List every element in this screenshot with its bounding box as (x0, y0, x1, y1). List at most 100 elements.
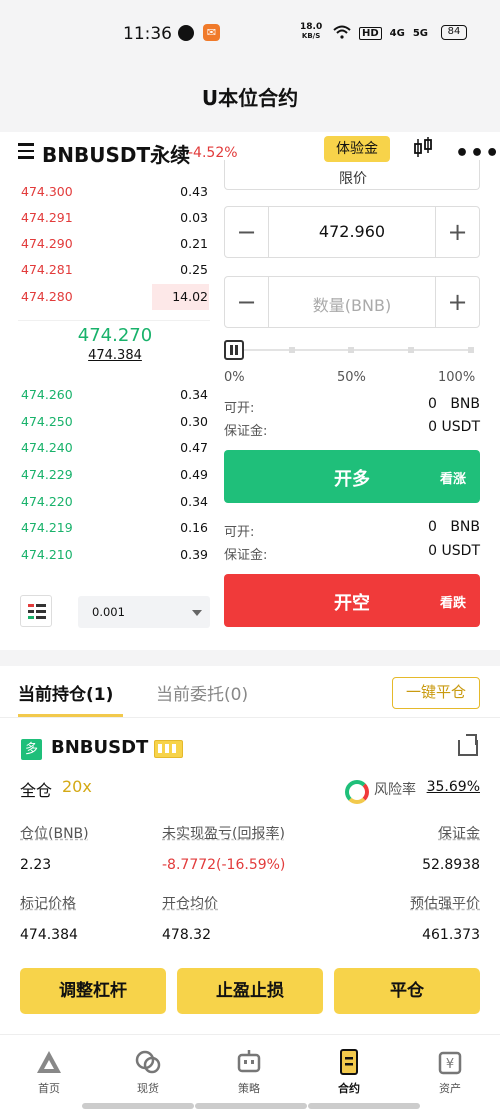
slider-stop[interactable] (289, 347, 295, 353)
futures-icon (335, 1048, 363, 1076)
short-available-label: 可开: (224, 525, 255, 540)
signal-4g-icon: 4G (389, 28, 405, 39)
price-increase-button[interactable]: + (435, 207, 479, 257)
adjust-leverage-button[interactable]: 调整杠杆 (20, 968, 166, 1014)
nav-strategy[interactable]: 策略 (219, 1048, 279, 1096)
quantity-input[interactable]: − 数量(BNB) + (224, 276, 480, 328)
last-price[interactable]: 474.270 (0, 325, 230, 346)
entry-price-label[interactable]: 开仓均价 (162, 893, 218, 913)
slider-label-mid: 50% (337, 370, 366, 385)
ask-row[interactable]: 474.300 0.43 (18, 180, 210, 204)
liquidation-price-label[interactable]: 预估强平价 (410, 893, 480, 913)
short-available-value: 0 BNB (428, 519, 480, 535)
slider-handle[interactable] (224, 340, 244, 360)
open-short-button[interactable]: 开空 看跌 (224, 574, 480, 627)
assets-icon: ¥ (436, 1048, 464, 1076)
svg-text:¥: ¥ (446, 1057, 454, 1072)
position-size-value: 2.23 (20, 857, 52, 873)
margin-mode: 全仓 (20, 781, 53, 800)
mark-price-label[interactable]: 标记价格 (20, 893, 76, 913)
close-position-button[interactable]: 平仓 (334, 968, 480, 1014)
order-book-divider (18, 320, 210, 321)
nav-home[interactable]: 首页 (19, 1048, 79, 1096)
ask-row[interactable]: 474.291 0.03 (18, 206, 210, 230)
short-margin-label: 保证金: (224, 548, 268, 563)
wifi-icon (333, 25, 351, 42)
app-notification-icon: ✉ (203, 24, 220, 41)
unrealized-pnl-label[interactable]: 未实现盈亏(回报率) (162, 823, 285, 843)
ask-row[interactable]: 474.290 0.21 (18, 232, 210, 256)
bid-row[interactable]: 474.229 0.49 (18, 463, 210, 487)
gesture-bar (308, 1103, 420, 1109)
section-separator (0, 650, 500, 666)
risk-rate-label: 风险率 (374, 782, 416, 798)
risk-rate-value[interactable]: 35.69% (427, 779, 480, 795)
tab-current-positions[interactable]: 当前持仓(1) (18, 680, 113, 705)
symbol-menu-icon[interactable] (18, 143, 34, 161)
order-type-select[interactable]: 限价 (224, 160, 480, 190)
entry-price-value: 478.32 (162, 927, 211, 943)
close-all-button[interactable]: 一键平仓 (392, 677, 480, 709)
gesture-bar (195, 1103, 307, 1109)
nav-futures[interactable]: 合约 (319, 1048, 379, 1096)
margin-value: 52.8938 (422, 857, 480, 873)
bid-row[interactable]: 474.240 0.47 (18, 436, 210, 460)
ask-row[interactable]: 474.280 14.02 (18, 285, 210, 309)
long-available-value: 0 BNB (428, 396, 480, 412)
mark-price-value: 474.384 (20, 927, 78, 943)
position-size-label[interactable]: 仓位(BNB) (20, 823, 89, 843)
long-margin-value: 0 USDT (428, 419, 480, 435)
page-title: U本位合约 (201, 86, 299, 110)
depth-view-toggle-icon[interactable] (20, 595, 52, 627)
slider-stop[interactable] (468, 347, 474, 353)
bid-row[interactable]: 474.219 0.16 (18, 516, 210, 540)
margin-label[interactable]: 保证金 (438, 823, 480, 843)
quantity-decrease-button[interactable]: − (225, 277, 269, 327)
nav-spot[interactable]: 现货 (118, 1048, 178, 1096)
signal-icons: HD 4G 5G (333, 25, 428, 42)
quantity-increase-button[interactable]: + (435, 277, 479, 327)
price-input[interactable]: − 472.960 + (224, 206, 480, 258)
long-margin-label: 保证金: (224, 424, 268, 439)
quantity-slider[interactable] (244, 349, 470, 351)
signal-5g-icon: 5G (412, 28, 429, 39)
leverage-level-icon (154, 740, 183, 758)
price-decrease-button[interactable]: − (225, 207, 269, 257)
status-bar: 11:36 ✉ 18.0 KB/S HD 4G 5G 84 (0, 0, 500, 66)
home-icon (35, 1048, 63, 1076)
mark-price[interactable]: 474.384 (0, 348, 230, 363)
price-value[interactable]: 472.960 (269, 222, 435, 241)
share-icon[interactable] (458, 740, 478, 756)
bid-row[interactable]: 474.260 0.34 (18, 383, 210, 407)
long-available-label: 可开: (224, 401, 255, 416)
open-long-button[interactable]: 开多 看涨 (224, 450, 480, 503)
position-side-badge: 多 (21, 739, 42, 760)
short-margin-value: 0 USDT (428, 543, 480, 559)
price-step-select[interactable]: 0.001 (78, 596, 210, 628)
gesture-bar (82, 1103, 194, 1109)
battery-icon: 84 (441, 25, 467, 40)
bid-row[interactable]: 474.250 0.30 (18, 410, 210, 434)
tab-divider (0, 717, 500, 718)
hd-icon: HD (359, 27, 382, 40)
nav-assets[interactable]: ¥ 资产 (420, 1048, 480, 1096)
robot-icon (235, 1048, 263, 1076)
tp-sl-button[interactable]: 止盈止损 (177, 968, 323, 1014)
candlestick-chart-icon[interactable] (414, 136, 434, 160)
slider-stop[interactable] (408, 347, 414, 353)
trial-fund-button[interactable]: 体验金 (324, 136, 390, 162)
bid-row[interactable]: 474.220 0.34 (18, 490, 210, 514)
app-screen: 11:36 ✉ 18.0 KB/S HD 4G 5G 84 U本位合约 BNBU… (0, 0, 500, 1111)
tab-open-orders[interactable]: 当前委托(0) (156, 680, 248, 705)
quantity-placeholder[interactable]: 数量(BNB) (269, 292, 435, 316)
position-leverage[interactable]: 20x (62, 777, 92, 796)
symbol-name[interactable]: BNBUSDT永续 (42, 139, 190, 168)
spot-icon (134, 1048, 162, 1076)
risk-gauge-icon (345, 780, 369, 804)
slider-stop[interactable] (348, 347, 354, 353)
bid-row[interactable]: 474.210 0.39 (18, 543, 210, 567)
ask-row[interactable]: 474.281 0.25 (18, 258, 210, 282)
chevron-down-icon (192, 610, 202, 616)
slider-label-max: 100% (438, 370, 476, 385)
price-change: -4.52% (188, 145, 238, 161)
